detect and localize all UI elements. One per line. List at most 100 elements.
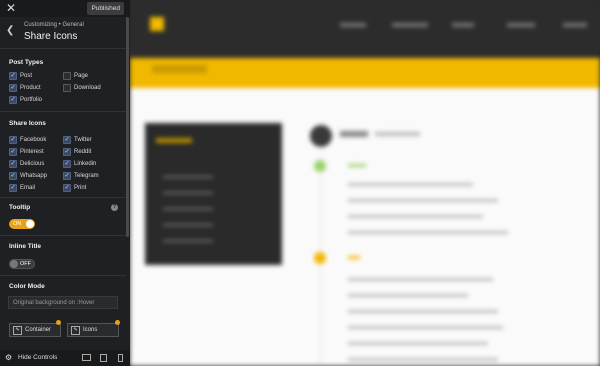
checkbox-print[interactable]: ✓ Print xyxy=(63,184,86,192)
preview-line xyxy=(348,326,503,329)
checkbox-whatsapp[interactable]: ✓ Whatsapp xyxy=(9,172,47,180)
divider xyxy=(0,111,126,112)
check-icon: ✓ xyxy=(9,84,17,92)
share-icons-heading: Share Icons xyxy=(9,120,46,127)
preview-line xyxy=(348,310,498,313)
checkbox-download[interactable]: Download xyxy=(63,84,101,92)
preview-author xyxy=(340,131,368,137)
check-icon: ✓ xyxy=(63,160,71,168)
check-icon: ✓ xyxy=(9,136,17,144)
preview-line xyxy=(348,164,366,167)
preview-line xyxy=(348,183,473,186)
check-icon: ✓ xyxy=(9,184,17,192)
preview-card-line xyxy=(163,240,213,242)
preview-card-title xyxy=(156,138,192,143)
checkbox-facebook[interactable]: ✓ Facebook xyxy=(9,136,46,144)
check-icon: ✓ xyxy=(63,184,71,192)
checkbox-pinterest[interactable]: ✓ Pinterest xyxy=(9,148,44,156)
published-button[interactable]: Published xyxy=(87,2,124,15)
check-icon: ✓ xyxy=(63,136,71,144)
tooltip-toggle[interactable]: ON xyxy=(9,219,35,229)
modified-indicator xyxy=(56,320,61,325)
check-icon: ✓ xyxy=(9,148,17,156)
check-icon: ✓ xyxy=(9,72,17,80)
pencil-icon: ✎ xyxy=(13,325,22,335)
preview-navbar xyxy=(130,0,600,58)
preview-card-line xyxy=(163,192,213,194)
back-chevron-icon[interactable]: ❮ xyxy=(6,25,14,36)
check-icon: ✓ xyxy=(63,172,71,180)
panel-header: ❮ Customizing • General Share Icons xyxy=(0,17,130,49)
icons-button[interactable]: ✎ Icons xyxy=(67,323,119,337)
color-mode-heading: Color Mode xyxy=(9,283,45,290)
preview-page-title xyxy=(152,65,207,73)
customizer-topbar: ✕ Published xyxy=(0,0,130,17)
checkbox-telegram[interactable]: ✓ Telegram xyxy=(63,172,99,180)
preview-line xyxy=(348,215,483,218)
toggle-label: OFF xyxy=(20,261,31,267)
checkbox-page[interactable]: Page xyxy=(63,72,88,80)
preview-card-line xyxy=(163,208,213,210)
preview-brand xyxy=(170,17,173,29)
preview-timeline-dot xyxy=(314,160,326,172)
check-icon: ✓ xyxy=(9,160,17,168)
color-mode-select[interactable]: Original background on :Hover xyxy=(8,296,118,309)
preview-timeline-dot xyxy=(314,252,326,264)
tablet-preview-icon[interactable] xyxy=(100,354,107,362)
preview-avatar xyxy=(310,125,332,147)
inline-title-heading: Inline Title xyxy=(9,243,42,250)
checkbox-twitter[interactable]: ✓ Twitter xyxy=(63,136,92,144)
preview-meta xyxy=(375,132,420,136)
preview-card-line xyxy=(163,176,213,178)
preview-line xyxy=(348,231,508,234)
check-icon xyxy=(63,72,71,80)
toggle-knob xyxy=(10,260,18,268)
site-preview xyxy=(130,0,600,366)
checkbox-linkedin[interactable]: ✓ Linkedin xyxy=(63,160,96,168)
panel-title: Share Icons xyxy=(24,31,78,42)
checkbox-product[interactable]: ✓ Product xyxy=(9,84,41,92)
check-icon xyxy=(63,84,71,92)
post-types-heading: Post Types xyxy=(9,59,44,66)
preview-line xyxy=(348,342,488,345)
pencil-icon: ✎ xyxy=(71,325,80,335)
preview-menu-item xyxy=(392,23,428,27)
modified-indicator xyxy=(115,320,120,325)
preview-menu-item xyxy=(452,23,474,27)
preview-menu-item xyxy=(563,23,587,27)
preview-line xyxy=(348,358,498,361)
preview-menu-item xyxy=(340,23,366,27)
preview-line xyxy=(348,256,360,259)
hide-controls-button[interactable]: Hide Controls xyxy=(18,354,57,361)
preview-line xyxy=(348,278,493,281)
help-icon[interactable]: ? xyxy=(111,204,118,211)
preview-line xyxy=(348,199,498,202)
divider xyxy=(0,275,126,276)
mobile-preview-icon[interactable] xyxy=(118,354,123,362)
toggle-label: ON xyxy=(13,221,22,227)
preview-title-band xyxy=(130,58,600,88)
check-icon: ✓ xyxy=(9,96,17,104)
toggle-knob xyxy=(26,220,34,228)
desktop-preview-icon[interactable] xyxy=(82,354,91,361)
customizer-panel: ✕ Published ❮ Customizing • General Shar… xyxy=(0,0,130,366)
preview-card-line xyxy=(163,224,213,226)
inline-title-toggle[interactable]: OFF xyxy=(9,259,35,269)
check-icon: ✓ xyxy=(63,148,71,156)
checkbox-reddit[interactable]: ✓ Reddit xyxy=(63,148,91,156)
container-button[interactable]: ✎ Container xyxy=(9,323,61,337)
preview-sidebar-card xyxy=(145,123,282,265)
panel-scrollbar[interactable] xyxy=(126,17,129,237)
checkbox-email[interactable]: ✓ Email xyxy=(9,184,35,192)
checkbox-post[interactable]: ✓ Post xyxy=(9,72,32,80)
checkbox-portfolio[interactable]: ✓ Portfolio xyxy=(9,96,42,104)
preview-logo xyxy=(150,17,164,31)
gear-icon[interactable]: ⚙ xyxy=(5,353,12,362)
divider xyxy=(0,197,126,198)
checkbox-delicious[interactable]: ✓ Delicious xyxy=(9,160,44,168)
preview-menu-item xyxy=(507,23,535,27)
divider xyxy=(0,235,126,236)
breadcrumb: Customizing • General xyxy=(24,22,84,28)
close-icon[interactable]: ✕ xyxy=(6,1,16,15)
preview-line xyxy=(348,294,468,297)
